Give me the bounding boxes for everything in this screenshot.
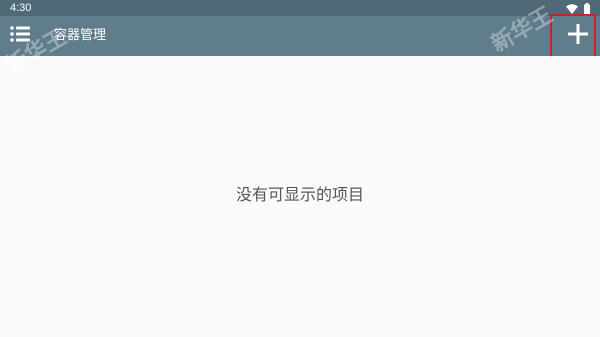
status-icons xyxy=(566,2,590,14)
status-bar: 4:30 xyxy=(0,0,600,16)
status-time: 4:30 xyxy=(10,2,32,14)
add-icon xyxy=(568,24,588,48)
battery-icon xyxy=(584,0,590,18)
empty-state-message: 没有可显示的项目 xyxy=(235,185,364,204)
page-title: 容器管理 xyxy=(54,28,107,43)
app-bar: 容器管理 xyxy=(0,16,600,56)
wifi-icon xyxy=(566,0,578,18)
add-button[interactable] xyxy=(562,20,594,52)
content-area: 没有可显示的项目 xyxy=(0,56,600,337)
menu-button[interactable] xyxy=(6,22,34,50)
menu-icon xyxy=(10,26,30,46)
